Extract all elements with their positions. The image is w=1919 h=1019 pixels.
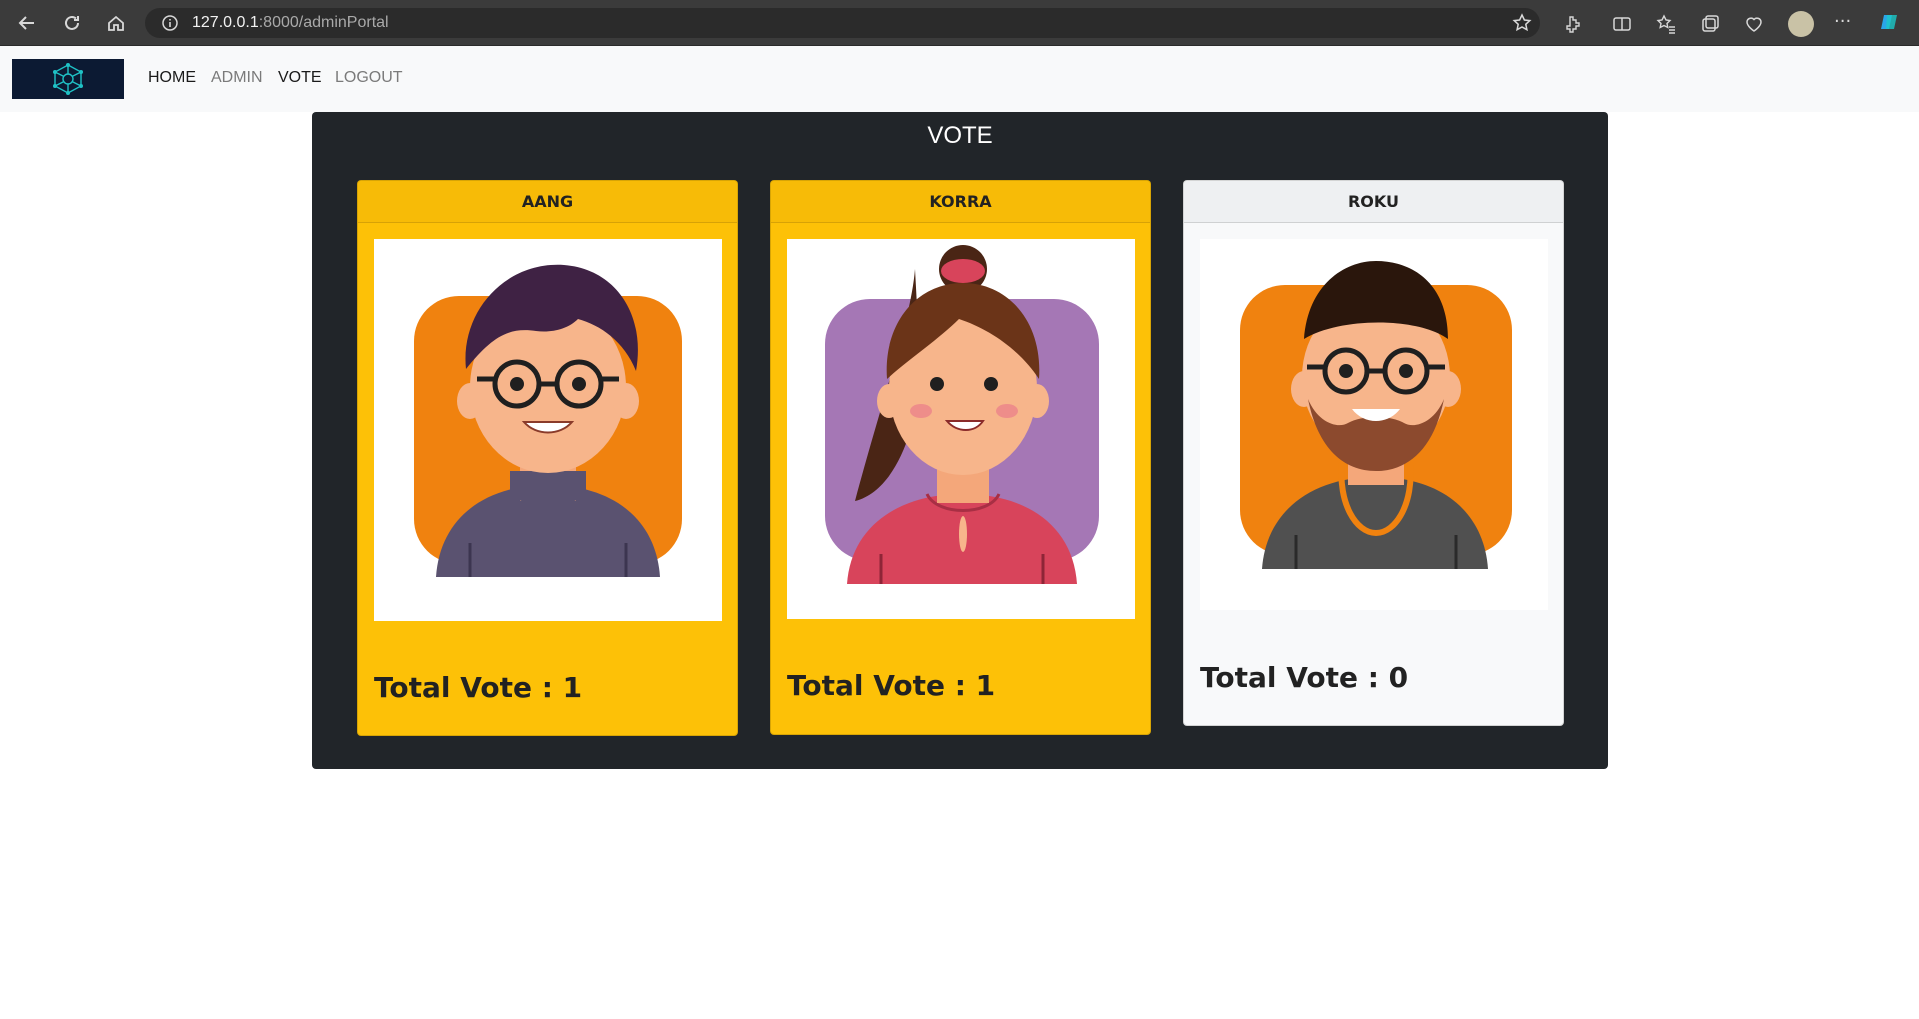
site-info-icon[interactable]: [162, 15, 178, 31]
url-text: 127.0.0.1:8000/adminPortal: [192, 14, 389, 32]
nav-home-link[interactable]: HOME: [148, 69, 196, 87]
url-host: 127.0.0.1: [192, 14, 259, 31]
avatar-girl-ponytail-icon: [825, 245, 1099, 584]
site-navbar: HOME ADMIN VOTE LOGOUT: [0, 46, 1919, 112]
candidate-avatar-korra: [787, 239, 1135, 619]
candidate-avatar-roku: [1200, 239, 1548, 610]
vote-count: Total Vote : 0: [1200, 661, 1409, 694]
favorite-star-icon[interactable]: [1511, 12, 1533, 34]
vote-count: Total Vote : 1: [787, 669, 996, 702]
vote-panel: VOTE AANG Total Vote : 1 KORRA Total Vot…: [312, 112, 1608, 769]
brand-logo[interactable]: [12, 59, 124, 99]
profile-avatar[interactable]: [1788, 11, 1814, 37]
more-options-icon[interactable]: ···: [1834, 13, 1856, 35]
candidate-avatar-aang: [374, 239, 722, 621]
favorites-icon[interactable]: [1655, 13, 1677, 35]
nav-logout-link[interactable]: LOGOUT: [335, 69, 403, 87]
nav-vote-link[interactable]: VOTE: [278, 69, 322, 87]
candidate-name: AANG: [358, 181, 737, 223]
network-logo-icon: [53, 63, 83, 95]
candidate-card-aang[interactable]: AANG Total Vote : 1: [357, 180, 738, 736]
candidate-name: KORRA: [771, 181, 1150, 223]
candidate-name: ROKU: [1184, 181, 1563, 223]
candidate-card-korra[interactable]: KORRA Total Vote : 1: [770, 180, 1151, 735]
refresh-icon[interactable]: [61, 12, 83, 34]
candidate-card-roku[interactable]: ROKU Total Vote : 0: [1183, 180, 1564, 726]
split-screen-icon[interactable]: [1611, 13, 1633, 35]
url-path: :8000/adminPortal: [258, 14, 389, 31]
browser-essentials-icon[interactable]: [1743, 13, 1765, 35]
nav-admin-link[interactable]: ADMIN: [211, 69, 263, 87]
collections-icon[interactable]: [1699, 13, 1721, 35]
avatar-boy-glasses-icon: [414, 264, 682, 577]
vote-title: VOTE: [927, 122, 993, 149]
address-bar[interactable]: 127.0.0.1:8000/adminPortal: [145, 8, 1540, 38]
avatar-bearded-man-icon: [1240, 261, 1512, 569]
copilot-icon[interactable]: [1878, 11, 1900, 33]
browser-toolbar: 127.0.0.1:8000/adminPortal ···: [0, 0, 1919, 46]
home-icon[interactable]: [105, 12, 127, 34]
back-icon[interactable]: [16, 12, 38, 34]
vote-count: Total Vote : 1: [374, 671, 583, 704]
extensions-icon[interactable]: [1562, 13, 1584, 35]
